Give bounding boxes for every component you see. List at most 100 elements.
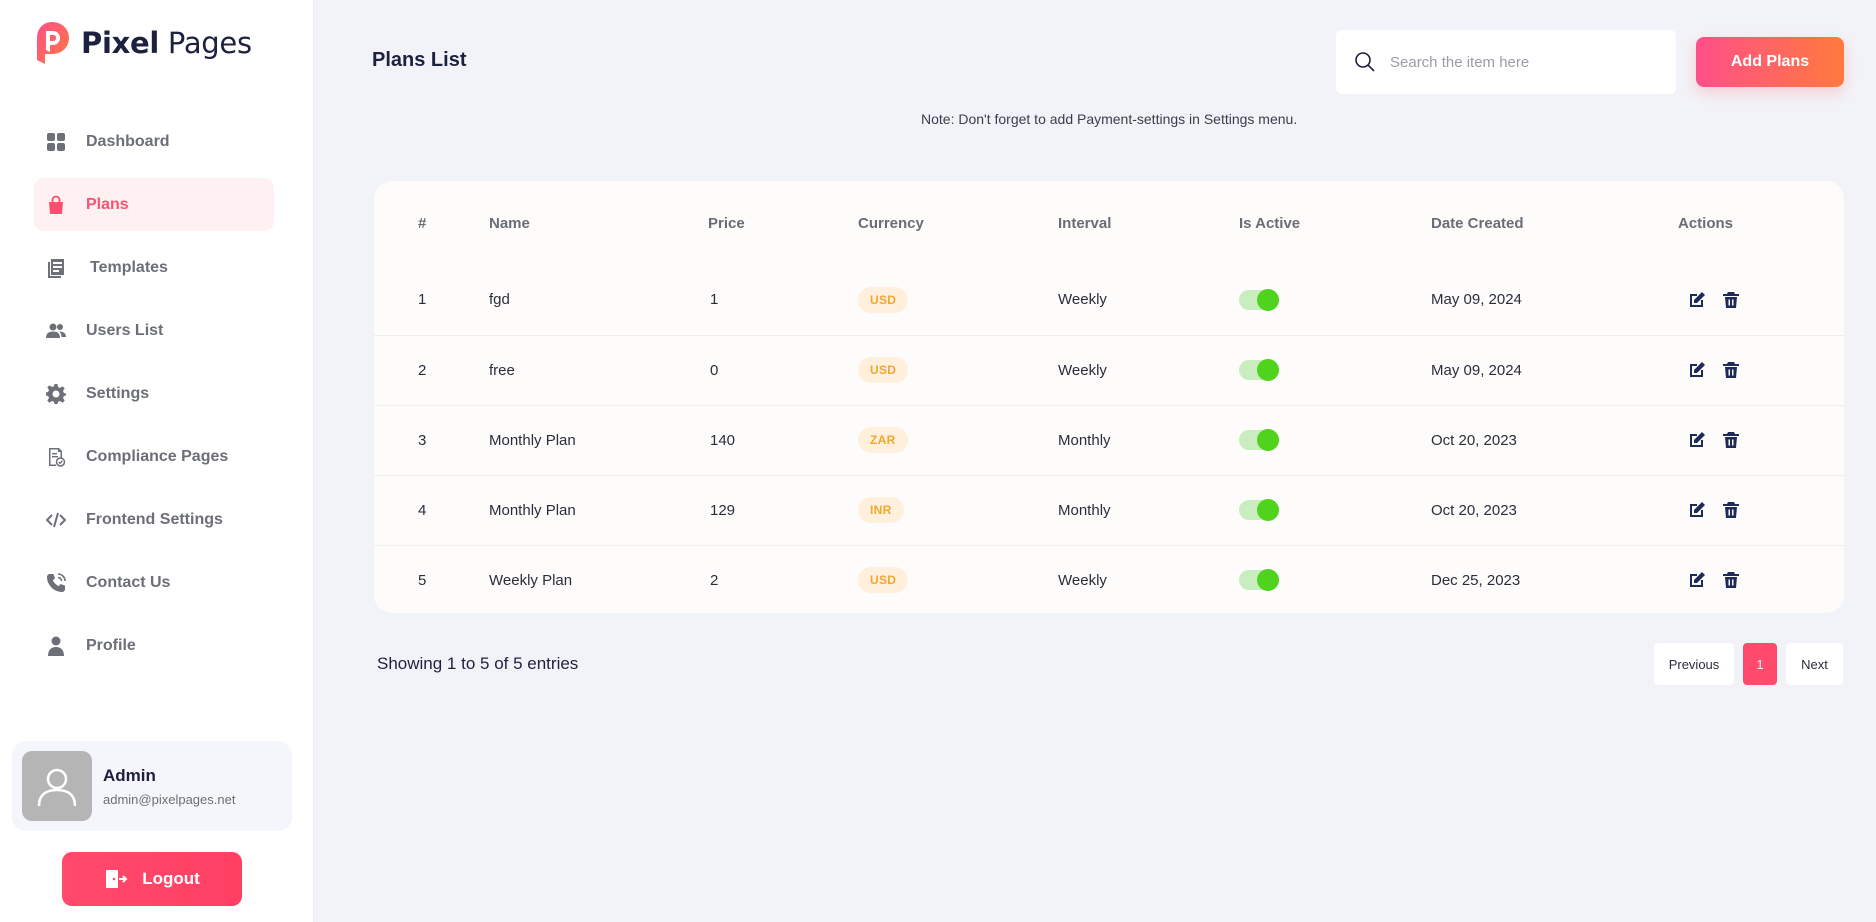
cell-name: fgd xyxy=(489,291,510,309)
plans-table-card: # Name Price Currency Interval Is Active… xyxy=(374,181,1844,613)
avatar xyxy=(22,751,92,821)
search-input[interactable] xyxy=(1390,53,1650,71)
logo-mark-icon xyxy=(37,22,69,64)
documents-icon xyxy=(45,257,67,279)
column-header-actions: Actions xyxy=(1678,214,1734,232)
column-header-interval: Interval xyxy=(1058,214,1112,232)
delete-icon[interactable] xyxy=(1722,571,1740,589)
person-icon xyxy=(45,635,67,657)
cell-number: 4 xyxy=(374,474,489,545)
grid-icon xyxy=(45,131,67,153)
column-header-name: Name xyxy=(489,214,530,232)
table-row: 5 Weekly Plan 2 USD Weekly Dec 25, 2023 xyxy=(374,544,1844,613)
cell-date-created: May 09, 2024 xyxy=(1431,291,1522,309)
active-toggle[interactable] xyxy=(1239,499,1279,521)
next-page-button[interactable]: Next xyxy=(1786,643,1843,685)
sidebar-item-dashboard[interactable]: Dashboard xyxy=(34,115,274,168)
cell-interval: Weekly xyxy=(1058,544,1239,613)
toggle-knob xyxy=(1257,569,1279,592)
delete-icon[interactable] xyxy=(1722,431,1740,449)
column-header-is-active: Is Active xyxy=(1239,214,1301,232)
active-toggle[interactable] xyxy=(1239,569,1279,592)
toggle-knob xyxy=(1257,288,1279,311)
sidebar-item-label: Dashboard xyxy=(86,132,170,150)
logout-label: Logout xyxy=(142,869,200,888)
cell-price: 1 xyxy=(710,291,719,309)
toggle-knob xyxy=(1257,359,1279,381)
entries-summary: Showing 1 to 5 of 5 entries xyxy=(377,654,579,673)
search-box[interactable] xyxy=(1336,30,1676,94)
currency-badge: USD xyxy=(858,286,909,313)
cell-price: 129 xyxy=(708,474,858,545)
cell-name: Monthly Plan xyxy=(489,404,708,475)
user-placeholder-icon xyxy=(37,768,77,807)
table-row: 2 free 0 USD Weekly May 09, 2024 xyxy=(374,334,1844,405)
cell-name: Monthly Plan xyxy=(489,474,708,545)
payment-settings-note: Note: Don't forget to add Payment-settin… xyxy=(921,111,1298,127)
sidebar-item-label: Profile xyxy=(86,636,136,654)
users-icon xyxy=(45,320,67,342)
toggle-knob xyxy=(1257,499,1279,521)
brand-logo[interactable]: Pixel Pages xyxy=(33,20,252,66)
sidebar-item-settings[interactable]: Settings xyxy=(34,367,274,420)
row-actions xyxy=(1678,361,1844,379)
code-icon xyxy=(45,509,67,531)
phone-icon xyxy=(45,572,67,594)
table-header-row: # Name Price Currency Interval Is Active… xyxy=(374,181,1844,265)
delete-icon[interactable] xyxy=(1722,361,1740,379)
column-header-currency: Currency xyxy=(858,214,924,232)
edit-icon[interactable] xyxy=(1688,501,1706,519)
active-toggle[interactable] xyxy=(1239,288,1279,311)
currency-badge: USD xyxy=(858,357,909,383)
page-title: Plans List xyxy=(372,49,467,71)
add-plans-button[interactable]: Add Plans xyxy=(1696,37,1844,87)
sidebar-item-templates[interactable]: Templates xyxy=(34,241,274,294)
cell-number: 1 xyxy=(418,291,427,309)
pagination: Previous 1 Next xyxy=(1654,643,1843,685)
cell-interval: Weekly xyxy=(1058,334,1239,405)
brand-name: Pixel Pages xyxy=(81,26,252,60)
compliance-doc-icon xyxy=(45,446,67,468)
sidebar-item-compliance-pages[interactable]: Compliance Pages xyxy=(34,430,274,483)
cell-date-created: Oct 20, 2023 xyxy=(1431,474,1678,545)
cell-interval: Monthly xyxy=(1058,474,1239,545)
delete-icon[interactable] xyxy=(1722,501,1740,519)
logout-button[interactable]: Logout xyxy=(62,852,242,906)
edit-icon[interactable] xyxy=(1688,291,1706,309)
edit-icon[interactable] xyxy=(1688,361,1706,379)
cell-interval: Monthly xyxy=(1058,404,1239,475)
admin-name: Admin xyxy=(103,765,156,785)
active-toggle[interactable] xyxy=(1239,429,1279,451)
sidebar-item-profile[interactable]: Profile xyxy=(34,619,274,672)
table-row: 4 Monthly Plan 129 INR Monthly Oct 20, 2… xyxy=(374,474,1844,545)
sidebar-item-label: Templates xyxy=(90,258,168,276)
delete-icon[interactable] xyxy=(1722,291,1740,309)
sidebar-item-users-list[interactable]: Users List xyxy=(34,304,274,357)
cell-price: 0 xyxy=(708,334,858,405)
sidebar-item-label: Contact Us xyxy=(86,573,171,591)
cell-name: free xyxy=(489,334,708,405)
sidebar-item-label: Frontend Settings xyxy=(86,510,223,528)
sidebar-item-plans[interactable]: Plans xyxy=(34,178,274,231)
page-1-button[interactable]: 1 xyxy=(1743,643,1777,685)
admin-email: admin@pixelpages.net xyxy=(103,791,236,807)
logout-icon xyxy=(106,870,128,888)
sidebar-item-label: Users List xyxy=(86,321,164,339)
toggle-knob xyxy=(1257,429,1279,451)
active-toggle[interactable] xyxy=(1239,359,1279,381)
cell-price: 140 xyxy=(708,404,858,475)
cell-number: 2 xyxy=(374,334,489,405)
plans-table: # Name Price Currency Interval Is Active… xyxy=(374,181,1844,613)
edit-icon[interactable] xyxy=(1688,571,1706,589)
row-actions xyxy=(1678,501,1844,519)
sidebar-item-frontend-settings[interactable]: Frontend Settings xyxy=(34,493,274,546)
admin-card[interactable]: Admin admin@pixelpages.net xyxy=(12,741,292,831)
previous-page-button[interactable]: Previous xyxy=(1654,643,1734,685)
column-header-date-created: Date Created xyxy=(1431,214,1524,232)
edit-icon[interactable] xyxy=(1688,431,1706,449)
sidebar-nav: Dashboard Plans Templates Users List Set… xyxy=(34,115,274,682)
cell-number: 3 xyxy=(374,404,489,475)
sidebar-item-contact-us[interactable]: Contact Us xyxy=(34,556,274,609)
sidebar-item-label: Plans xyxy=(86,195,129,213)
sidebar-item-label: Compliance Pages xyxy=(86,447,229,465)
